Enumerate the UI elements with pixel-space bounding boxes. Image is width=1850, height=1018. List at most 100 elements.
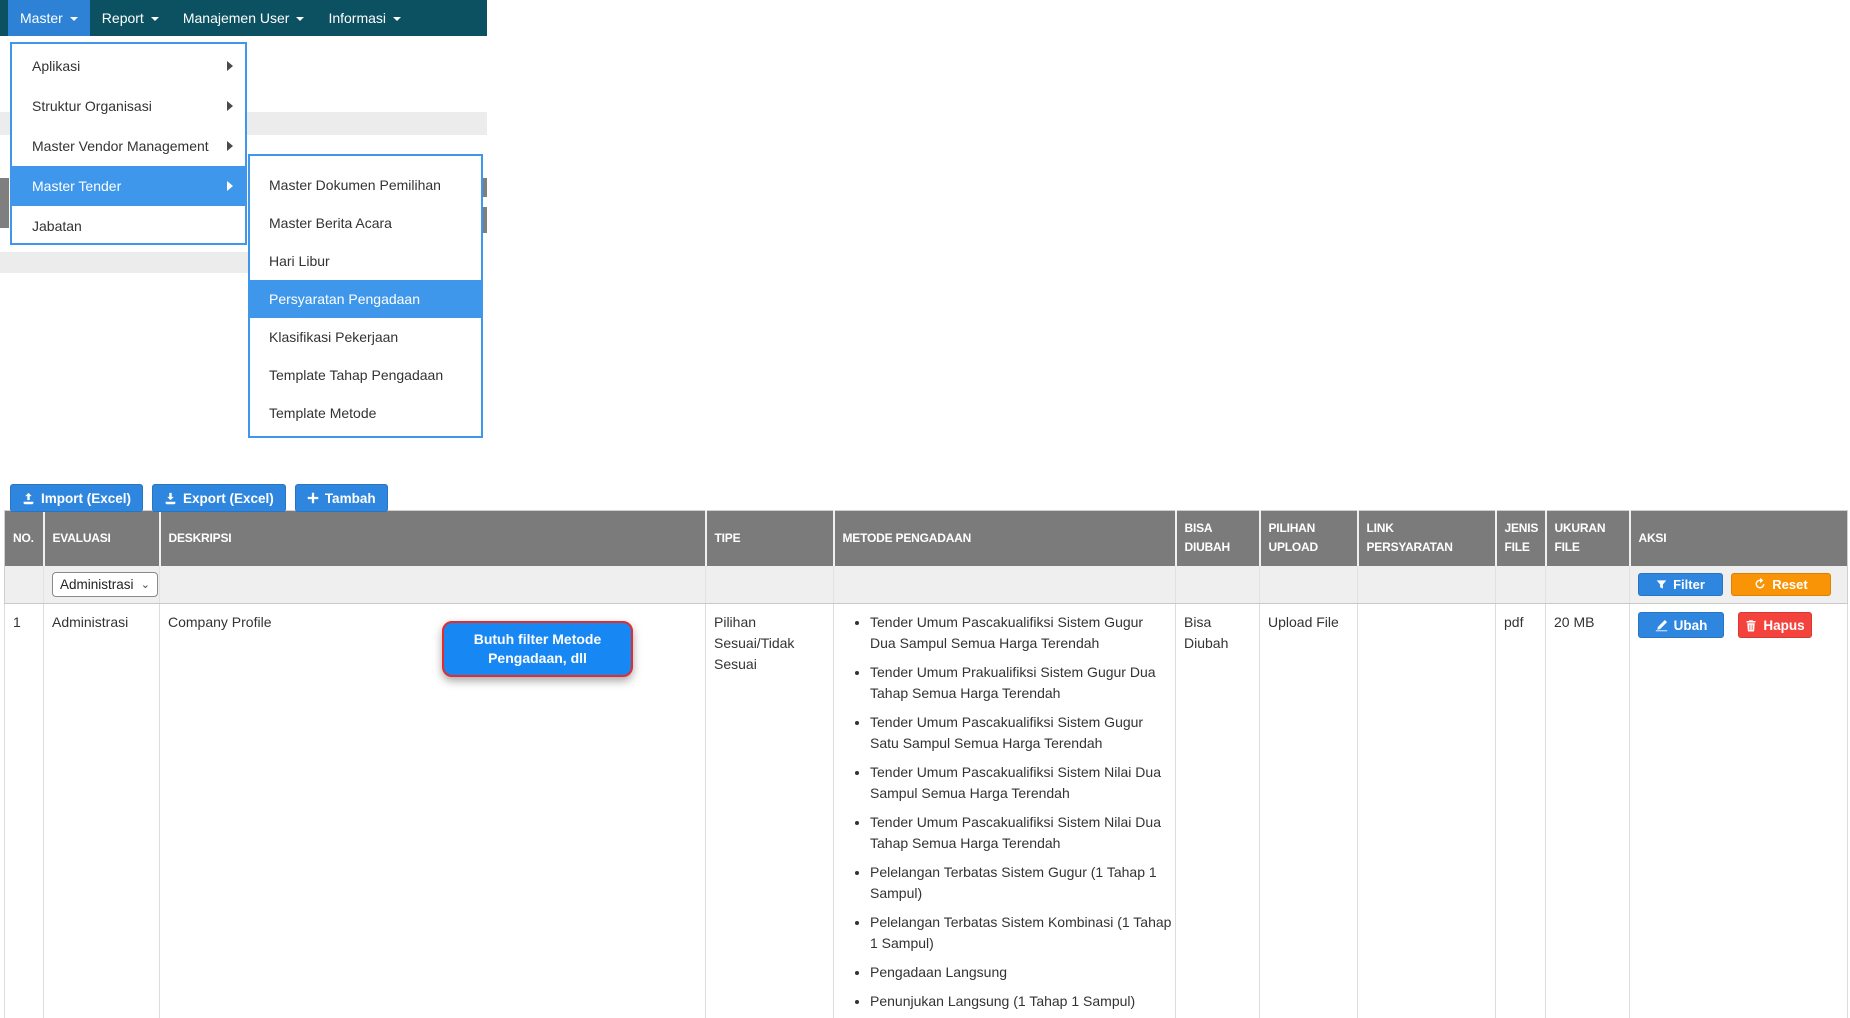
annotation-callout: Butuh filter Metode Pengadaan, dll bbox=[442, 621, 633, 677]
reset-button-label: Reset bbox=[1772, 576, 1808, 592]
submenu-item-template-metode[interactable]: Template Metode bbox=[250, 394, 481, 432]
master-tender-submenu: Master Dokumen Pemilihan Master Berita A… bbox=[248, 154, 483, 438]
persyaratan-pengadaan-table: NO. EVALUASI DESKRIPSI TIPE METODE PENGA… bbox=[4, 510, 1848, 1018]
filter-button[interactable]: Filter bbox=[1638, 572, 1723, 596]
submenu-item-hari-libur[interactable]: Hari Libur bbox=[250, 242, 481, 280]
cell-link-persyaratan bbox=[1357, 603, 1496, 1018]
filter-cell-evaluasi: Administrasi ⌄ bbox=[43, 565, 160, 604]
col-header-no: NO. bbox=[4, 510, 45, 566]
filter-cell-tipe bbox=[705, 565, 834, 604]
menu-item-label: Master Vendor Management bbox=[32, 138, 209, 154]
filter-cell-jenis bbox=[1495, 565, 1546, 604]
filter-button-label: Filter bbox=[1673, 576, 1705, 592]
nav-item-label: Informasi bbox=[328, 10, 387, 26]
col-header-metode-pengadaan: METODE PENGADAAN bbox=[833, 510, 1177, 566]
col-header-link-persyaratan: LINK PERSYARATAN bbox=[1357, 510, 1497, 566]
metode-item: Pelelangan Terbatas Sistem Kombinasi (1 … bbox=[870, 912, 1172, 954]
col-header-ukuran-file: UKURAN FILE bbox=[1545, 510, 1631, 566]
cell-bisa-diubah: Bisa Diubah bbox=[1175, 603, 1260, 1018]
background-gray-strip bbox=[483, 178, 487, 197]
table-row: 1 Administrasi Company Profile Pilihan S… bbox=[4, 603, 1848, 1018]
table-header-row: NO. EVALUASI DESKRIPSI TIPE METODE PENGA… bbox=[4, 510, 1848, 566]
nav-item-label: Manajemen User bbox=[182, 10, 290, 26]
menu-item-master-tender[interactable]: Master Tender bbox=[12, 166, 245, 206]
refresh-icon bbox=[1755, 578, 1765, 589]
metode-item: Pengadaan Langsung bbox=[870, 962, 1172, 983]
master-dropdown-menu: Aplikasi Struktur Organisasi Master Vend… bbox=[10, 42, 247, 245]
metode-item: Tender Umum Pascakualifiksi Sistem Nilai… bbox=[870, 762, 1172, 804]
nav-item-report[interactable]: Report bbox=[90, 0, 171, 36]
chevron-down-icon bbox=[69, 17, 78, 21]
nav-item-manajemen-user[interactable]: Manajemen User bbox=[171, 0, 317, 36]
hapus-button[interactable]: Hapus bbox=[1738, 612, 1812, 638]
tambah-button[interactable]: Tambah bbox=[294, 484, 388, 512]
submenu-item-master-dokumen-pemilihan[interactable]: Master Dokumen Pemilihan bbox=[250, 166, 481, 204]
background-gray-strip bbox=[483, 207, 487, 233]
chevron-down-icon: ⌄ bbox=[140, 578, 150, 591]
submenu-item-master-berita-acara[interactable]: Master Berita Acara bbox=[250, 204, 481, 242]
table-filter-row: Administrasi ⌄ Filter Reset bbox=[4, 565, 1848, 604]
submenu-item-label: Template Metode bbox=[269, 405, 377, 421]
col-header-aksi: AKSI bbox=[1629, 510, 1848, 566]
background-panel-band bbox=[0, 252, 248, 273]
menu-item-jabatan[interactable]: Jabatan bbox=[12, 206, 245, 246]
evaluasi-filter-select[interactable]: Administrasi ⌄ bbox=[52, 571, 158, 597]
menu-item-master-vendor-management[interactable]: Master Vendor Management bbox=[12, 126, 245, 166]
cell-no: 1 bbox=[4, 603, 44, 1018]
filter-cell-metode bbox=[833, 565, 1176, 604]
metode-item: Tender Umum Pascakualifiksi Sistem Gugur… bbox=[870, 712, 1172, 754]
upload-icon bbox=[23, 492, 34, 504]
submenu-item-label: Hari Libur bbox=[269, 253, 330, 269]
chevron-right-icon bbox=[227, 181, 233, 191]
metode-item: Tender Umum Prakualifiksi Sistem Gugur D… bbox=[870, 662, 1172, 704]
background-gray-block bbox=[0, 178, 9, 228]
submenu-item-persyaratan-pengadaan[interactable]: Persyaratan Pengadaan bbox=[250, 280, 481, 318]
cell-metode-pengadaan: Tender Umum Pascakualifiksi Sistem Gugur… bbox=[833, 603, 1176, 1018]
menu-item-label: Jabatan bbox=[32, 218, 82, 234]
nav-item-master[interactable]: Master bbox=[8, 0, 90, 36]
page: Master Report Manajemen User Informasi A… bbox=[0, 0, 1850, 1018]
menu-item-label: Master Tender bbox=[32, 178, 122, 194]
evaluasi-filter-value: Administrasi bbox=[60, 576, 134, 592]
nav-item-informasi[interactable]: Informasi bbox=[316, 0, 413, 36]
menu-item-label: Struktur Organisasi bbox=[32, 98, 152, 114]
cell-jenis-file: pdf bbox=[1495, 603, 1546, 1018]
chevron-down-icon bbox=[393, 17, 402, 21]
import-excel-label: Import (Excel) bbox=[41, 490, 132, 506]
filter-cell-aksi: Filter Reset bbox=[1629, 565, 1848, 604]
export-excel-button[interactable]: Export (Excel) bbox=[152, 484, 286, 512]
main-navbar: Master Report Manajemen User Informasi bbox=[0, 0, 487, 36]
filter-cell-link bbox=[1357, 565, 1496, 604]
col-header-bisa-diubah: BISA DIUBAH bbox=[1175, 510, 1261, 566]
table-toolbar: Import (Excel) Export (Excel) Tambah bbox=[10, 484, 388, 512]
import-excel-button[interactable]: Import (Excel) bbox=[10, 484, 144, 512]
export-excel-label: Export (Excel) bbox=[183, 490, 274, 506]
metode-item: Pelelangan Terbatas Sistem Gugur (1 Taha… bbox=[870, 862, 1172, 904]
funnel-icon bbox=[1656, 580, 1667, 589]
menu-item-label: Aplikasi bbox=[32, 58, 81, 74]
menu-item-struktur-organisasi[interactable]: Struktur Organisasi bbox=[12, 86, 245, 126]
cell-ukuran-file: 20 MB bbox=[1545, 603, 1630, 1018]
pencil-icon bbox=[1655, 619, 1667, 631]
col-header-deskripsi: DESKRIPSI bbox=[159, 510, 707, 566]
col-header-jenis-file: JENIS FILE bbox=[1495, 510, 1547, 566]
chevron-down-icon bbox=[296, 17, 305, 21]
menu-item-aplikasi[interactable]: Aplikasi bbox=[12, 46, 245, 86]
submenu-item-template-tahap-pengadaan[interactable]: Template Tahap Pengadaan bbox=[250, 356, 481, 394]
chevron-right-icon bbox=[227, 141, 233, 151]
ubah-button[interactable]: Ubah bbox=[1638, 612, 1724, 638]
reset-button[interactable]: Reset bbox=[1731, 572, 1831, 596]
annotation-callout-text: Butuh filter Metode Pengadaan, dll bbox=[473, 631, 602, 666]
submenu-item-klasifikasi-pekerjaan[interactable]: Klasifikasi Pekerjaan bbox=[250, 318, 481, 356]
submenu-item-label: Master Berita Acara bbox=[269, 215, 392, 231]
submenu-item-label: Master Dokumen Pemilihan bbox=[269, 177, 441, 193]
cell-aksi: Ubah Hapus bbox=[1629, 603, 1848, 1018]
cell-pilihan-upload: Upload File bbox=[1259, 603, 1358, 1018]
plus-icon bbox=[307, 492, 319, 504]
chevron-down-icon bbox=[150, 17, 159, 21]
cell-tipe: Pilihan Sesuai/Tidak Sesuai bbox=[705, 603, 834, 1018]
filter-cell-no bbox=[4, 565, 44, 604]
trash-icon bbox=[1746, 619, 1756, 631]
metode-item: Tender Umum Pascakualifiksi Sistem Nilai… bbox=[870, 812, 1172, 854]
filter-cell-deskripsi bbox=[159, 565, 706, 604]
